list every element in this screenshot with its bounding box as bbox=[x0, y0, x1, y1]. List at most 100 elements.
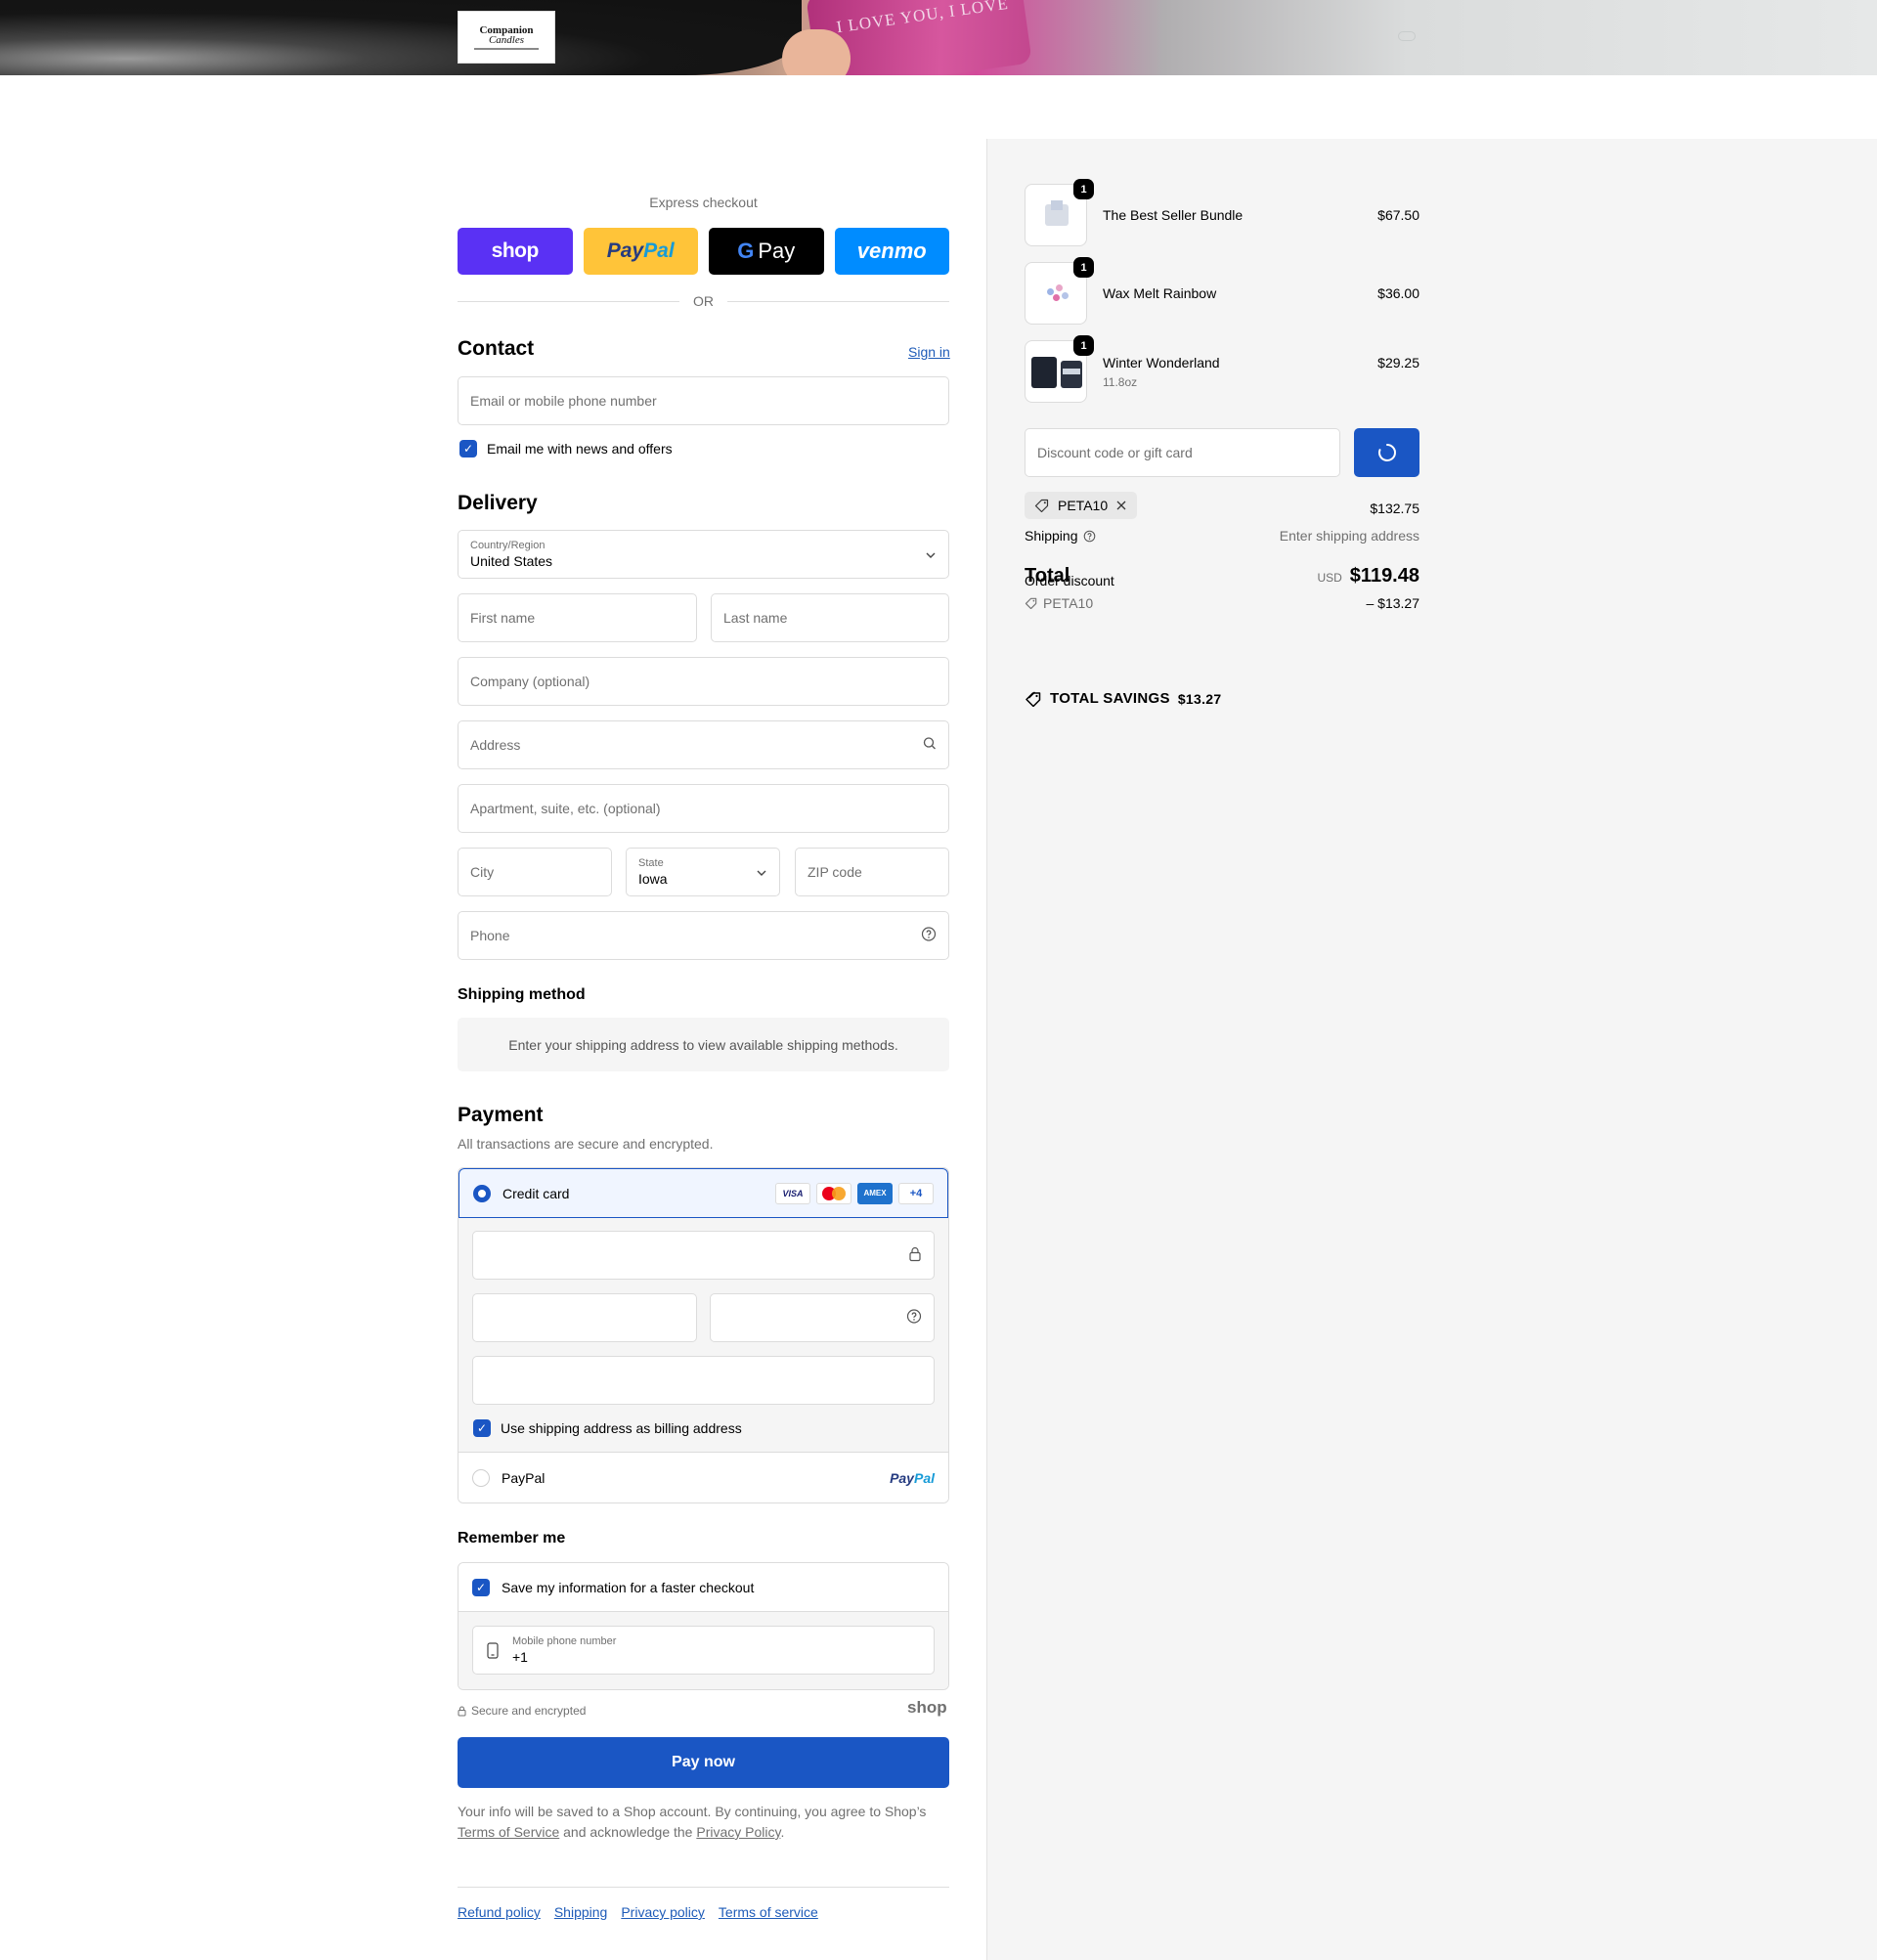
country-value: United States bbox=[470, 553, 553, 569]
or-divider: OR bbox=[458, 291, 949, 311]
google-pay-label: Pay bbox=[758, 239, 796, 263]
save-info-checkbox-row[interactable]: ✓ Save my information for a faster check… bbox=[458, 1563, 948, 1612]
order-summary-panel bbox=[986, 139, 1877, 1960]
state-label: State bbox=[638, 857, 664, 869]
item-price: $36.00 bbox=[1377, 285, 1419, 301]
store-logo[interactable]: Companion Candles bbox=[458, 11, 555, 64]
name-on-card-field[interactable] bbox=[472, 1356, 935, 1405]
total-savings-row: TOTAL SAVINGS $13.27 bbox=[1025, 690, 1221, 707]
mobile-phone-field[interactable]: Mobile phone number +1 bbox=[472, 1626, 935, 1675]
country-select[interactable]: Country/Region United States bbox=[458, 530, 949, 579]
total-value: $119.48 bbox=[1349, 565, 1419, 587]
paypal-radio[interactable] bbox=[472, 1468, 490, 1487]
credit-card-form: ✓ Use shipping address as billing addres… bbox=[458, 1218, 948, 1453]
zip-field[interactable]: ZIP code bbox=[795, 848, 949, 896]
last-name-field[interactable]: Last name bbox=[711, 593, 949, 642]
paypal-option[interactable]: PayPal PayPal bbox=[458, 1453, 948, 1503]
company-field[interactable]: Company (optional) bbox=[458, 657, 949, 706]
apartment-field[interactable]: Apartment, suite, etc. (optional) bbox=[458, 784, 949, 833]
item-name: The Best Seller Bundle bbox=[1103, 207, 1244, 223]
paypal-label-pay: Pay bbox=[606, 240, 644, 262]
payment-subtitle: All transactions are secure and encrypte… bbox=[458, 1136, 714, 1152]
legal-end: . bbox=[780, 1824, 785, 1840]
shop-pay-label: shop bbox=[491, 240, 540, 262]
divider-line bbox=[727, 300, 949, 302]
pay-now-button[interactable]: Pay now bbox=[458, 1737, 949, 1788]
legal-text: Your info will be saved to a Shop accoun… bbox=[458, 1802, 949, 1843]
shipping-label: Shipping bbox=[1025, 528, 1078, 544]
item-quantity-badge: 1 bbox=[1073, 179, 1094, 199]
remember-phone-area: Mobile phone number +1 bbox=[458, 1612, 948, 1689]
state-value: Iowa bbox=[638, 871, 668, 887]
newsletter-checkbox-row[interactable]: ✓ Email me with news and offers bbox=[459, 440, 673, 457]
credit-card-label: Credit card bbox=[502, 1185, 570, 1201]
header-banner: I LOVE YOU, I LOVE bbox=[0, 0, 1877, 75]
lock-icon bbox=[908, 1246, 922, 1265]
total-savings-value: $13.27 bbox=[1177, 690, 1222, 707]
venmo-button[interactable]: venmo bbox=[834, 228, 949, 275]
item-quantity-badge: 1 bbox=[1073, 335, 1094, 356]
email-placeholder: Email or mobile phone number bbox=[470, 393, 657, 409]
express-checkout-buttons: shop Pay Pal G Pay venmo bbox=[458, 228, 949, 275]
express-checkout-title: Express checkout bbox=[649, 195, 758, 210]
mobile-phone-label: Mobile phone number bbox=[512, 1635, 617, 1647]
card-number-field[interactable] bbox=[472, 1231, 935, 1280]
billing-address-checkbox[interactable]: ✓ bbox=[473, 1419, 491, 1437]
mobile-phone-value: +1 bbox=[512, 1649, 528, 1665]
address-field[interactable]: Address bbox=[458, 720, 949, 769]
paypal-logo: PayPal bbox=[890, 1469, 935, 1486]
more-cards-badge: +4 bbox=[898, 1182, 934, 1204]
shop-pay-button[interactable]: shop bbox=[458, 228, 573, 275]
credit-card-radio[interactable] bbox=[473, 1184, 491, 1202]
cart-icon[interactable] bbox=[1398, 31, 1416, 41]
save-info-checkbox[interactable]: ✓ bbox=[472, 1578, 490, 1596]
help-icon[interactable] bbox=[921, 927, 937, 945]
item-variant: 11.8oz bbox=[1103, 375, 1138, 389]
state-select[interactable]: State Iowa bbox=[626, 848, 780, 896]
discount-detail-row: PETA10 bbox=[1025, 595, 1093, 611]
shop-terms-link[interactable]: Terms of Service bbox=[458, 1824, 559, 1840]
phone-field[interactable]: Phone bbox=[458, 911, 949, 960]
banner-hand bbox=[782, 29, 851, 75]
paypal-button[interactable]: Pay Pal bbox=[583, 228, 698, 275]
logo-text-line2: Candles bbox=[488, 33, 525, 46]
newsletter-checkbox[interactable]: ✓ bbox=[459, 440, 477, 457]
discount-code-field[interactable]: Discount code or gift card bbox=[1025, 428, 1340, 477]
credit-card-option[interactable]: Credit card VISA AMEX +4 bbox=[458, 1168, 948, 1218]
pay-now-label: Pay now bbox=[672, 1754, 735, 1770]
footer-link-refund[interactable]: Refund policy bbox=[458, 1904, 541, 1920]
shop-privacy-link[interactable]: Privacy Policy bbox=[696, 1824, 780, 1840]
footer-divider bbox=[458, 1887, 949, 1888]
payment-title: Payment bbox=[458, 1104, 544, 1126]
close-icon[interactable] bbox=[1115, 500, 1127, 511]
help-icon[interactable] bbox=[906, 1309, 922, 1328]
footer-link-shipping[interactable]: Shipping bbox=[554, 1904, 608, 1920]
first-name-field[interactable]: First name bbox=[458, 593, 697, 642]
visa-icon: VISA bbox=[775, 1182, 810, 1204]
email-field[interactable]: Email or mobile phone number bbox=[458, 376, 949, 425]
city-field[interactable]: City bbox=[458, 848, 612, 896]
expiration-field[interactable] bbox=[472, 1293, 697, 1342]
apartment-placeholder: Apartment, suite, etc. (optional) bbox=[470, 801, 661, 816]
save-info-label: Save my information for a faster checkou… bbox=[502, 1579, 755, 1595]
legal-middle: and acknowledge the bbox=[559, 1824, 697, 1840]
first-name-placeholder: First name bbox=[470, 610, 536, 626]
footer-link-privacy[interactable]: Privacy policy bbox=[621, 1904, 705, 1920]
secure-note: Secure and encrypted bbox=[458, 1704, 586, 1718]
security-code-field[interactable] bbox=[710, 1293, 935, 1342]
logo-tagline-line bbox=[474, 47, 539, 50]
total-savings-label: TOTAL SAVINGS bbox=[1050, 690, 1170, 707]
delivery-title: Delivery bbox=[458, 492, 538, 514]
footer-link-terms[interactable]: Terms of service bbox=[719, 1904, 818, 1920]
google-pay-button[interactable]: G Pay bbox=[709, 228, 824, 275]
apply-discount-button[interactable] bbox=[1354, 428, 1419, 477]
subtotal-value: $132.75 bbox=[1370, 501, 1419, 516]
legal-line1: Your info will be saved to a Shop accoun… bbox=[458, 1804, 927, 1819]
secure-note-text: Secure and encrypted bbox=[471, 1704, 587, 1718]
billing-address-checkbox-row[interactable]: ✓ Use shipping address as billing addres… bbox=[473, 1419, 742, 1437]
paypal-option-label: PayPal bbox=[502, 1469, 546, 1486]
sign-in-link[interactable]: Sign in bbox=[908, 344, 950, 360]
footer-links: Refund policy Shipping Privacy policy Te… bbox=[458, 1904, 818, 1920]
remember-me-box: ✓ Save my information for a faster check… bbox=[458, 1562, 949, 1690]
paypal-label-pal: Pal bbox=[643, 240, 675, 262]
